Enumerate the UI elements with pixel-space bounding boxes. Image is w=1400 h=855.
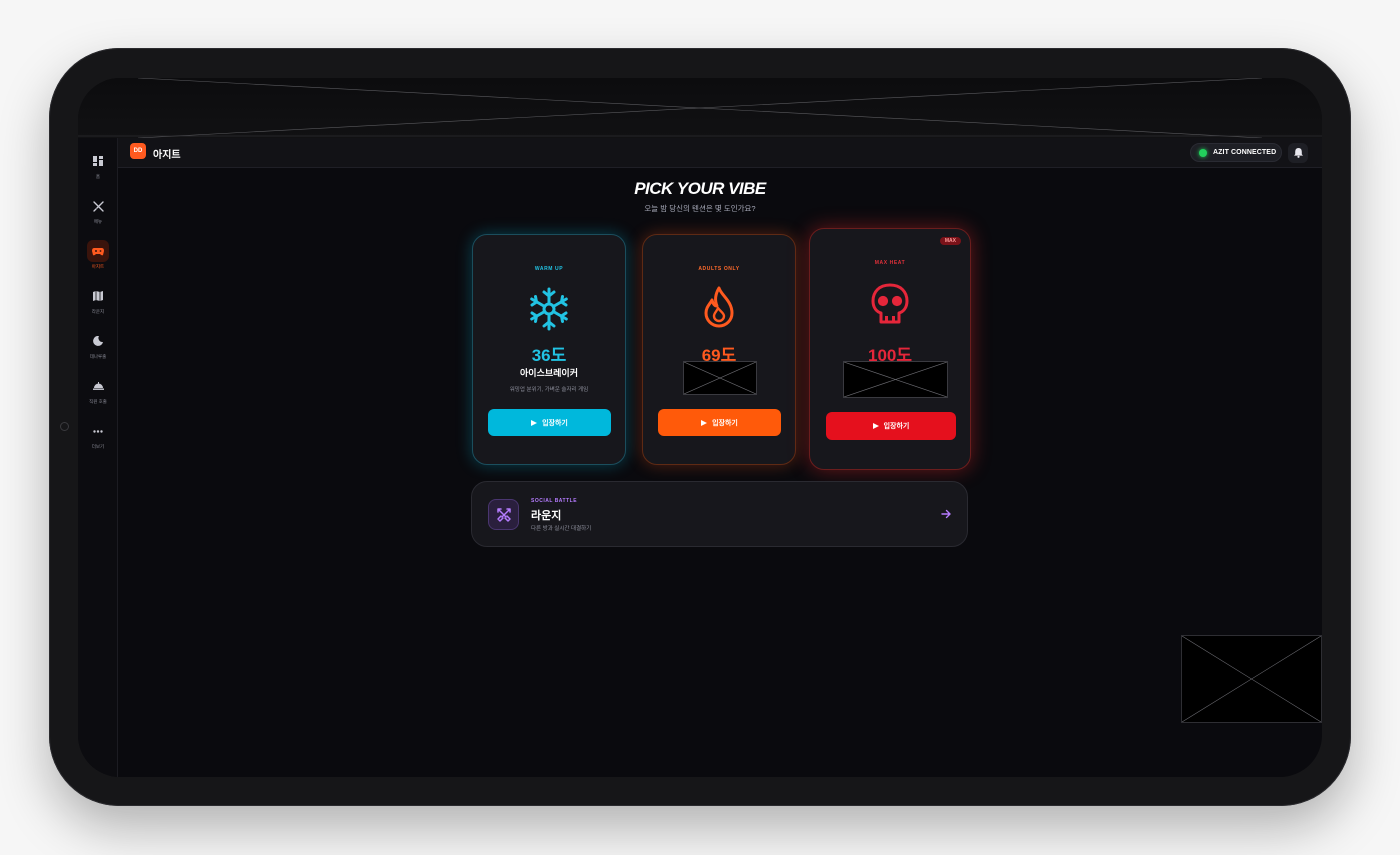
sidebar-item-label: 데나루출 [89,354,107,359]
gamepad-icon [87,240,109,262]
enter-button-label: 입장하기 [712,419,738,427]
sidebar-item-lounge[interactable]: 라운지 [78,285,118,329]
snowflake-icon [473,287,625,331]
moon-icon [87,330,109,352]
swords-icon [488,499,519,530]
card-tag: MAX HEAT [874,260,906,266]
enter-button-label: 입장하기 [542,419,568,427]
enter-button-adults-only[interactable]: 입장하기 [658,409,781,436]
sidebar-item-label: 더보기 [91,444,105,449]
page-subtitle: 오늘 밤 당신의 텐션은 몇 도인가요? [644,204,756,213]
card-name: 아이스브레이커 [520,368,578,378]
vibe-card-adults-only[interactable]: ADULTS ONLY 69도 입장하기 [642,234,796,465]
overlay-image [1181,635,1322,723]
top-bar: DD 아지트 AZIT CONNECTED [118,138,1322,168]
card-image [843,361,948,398]
sidebar-item-staff-call[interactable]: 직원 호출 [78,375,118,419]
sidebar-item-night[interactable]: 데나루출 [78,330,118,374]
sidebar-item-menu[interactable]: 메뉴 [78,195,118,239]
skull-icon [810,282,970,326]
service-bell-icon [87,375,109,397]
sidebar: 홈 메뉴 아지트 라운지 데나루출 직원 호출 더보기 [78,138,118,777]
app-logo[interactable]: DD [130,143,146,159]
sidebar-item-more[interactable]: 더보기 [78,420,118,464]
play-icon [531,419,538,426]
arrow-right-icon [941,509,951,519]
lounge-title: 라운지 [531,510,562,522]
bell-icon [1293,148,1303,158]
vibe-card-max-heat[interactable]: MAX MAX HEAT 100도 입장하기 [809,228,971,470]
play-icon [701,419,708,426]
lounge-tag: SOCIAL BATTLE [531,498,578,504]
vibe-card-warm-up[interactable]: WARM UP 36도 아이스브레이커 워밍업 분위기, 가벼운 술자리 게임 … [472,234,626,465]
card-temperature: 36도 [531,346,567,365]
app-name: 아지트 [153,150,181,161]
enter-button-max-heat[interactable]: 입장하기 [826,412,956,440]
sidebar-item-azit[interactable]: 아지트 [78,240,118,284]
lounge-description: 다른 방과 실시간 대결하기 [531,526,592,532]
play-icon [872,423,879,429]
more-dots-icon [87,420,109,442]
card-tag: ADULTS ONLY [698,266,740,272]
status-dot-icon [1199,148,1207,157]
notification-button[interactable] [1288,143,1308,163]
camera-icon [60,422,69,431]
connection-status-badge[interactable]: AZIT CONNECTED [1190,143,1282,162]
enter-button-label: 입장하기 [883,423,910,430]
map-icon [87,285,109,307]
screen: 홈 메뉴 아지트 라운지 데나루출 직원 호출 더보기 DD 아지트 AZIT … [78,78,1322,777]
card-tag: WARM UP [534,266,564,272]
sidebar-item-label: 아지트 [91,264,105,269]
card-image [683,361,757,395]
sidebar-item-label: 메뉴 [93,219,103,224]
flame-icon [643,285,795,329]
status-text: AZIT CONNECTED [1213,149,1277,156]
card-description: 워밍업 분위기, 가벼운 술자리 게임 [509,387,589,393]
sidebar-item-label: 직원 호출 [89,399,107,404]
dashboard-icon [87,150,109,172]
max-badge: MAX [939,237,961,245]
sidebar-item-label: 라운지 [91,309,105,314]
lounge-card[interactable]: SOCIAL BATTLE 라운지 다른 방과 실시간 대결하기 [471,481,968,547]
enter-button-warm-up[interactable]: 입장하기 [488,409,611,436]
banner-image [78,78,1322,138]
tablet-frame: 홈 메뉴 아지트 라운지 데나루출 직원 호출 더보기 DD 아지트 AZIT … [49,48,1351,806]
page-title: PICK YOUR VIBE [634,179,766,198]
